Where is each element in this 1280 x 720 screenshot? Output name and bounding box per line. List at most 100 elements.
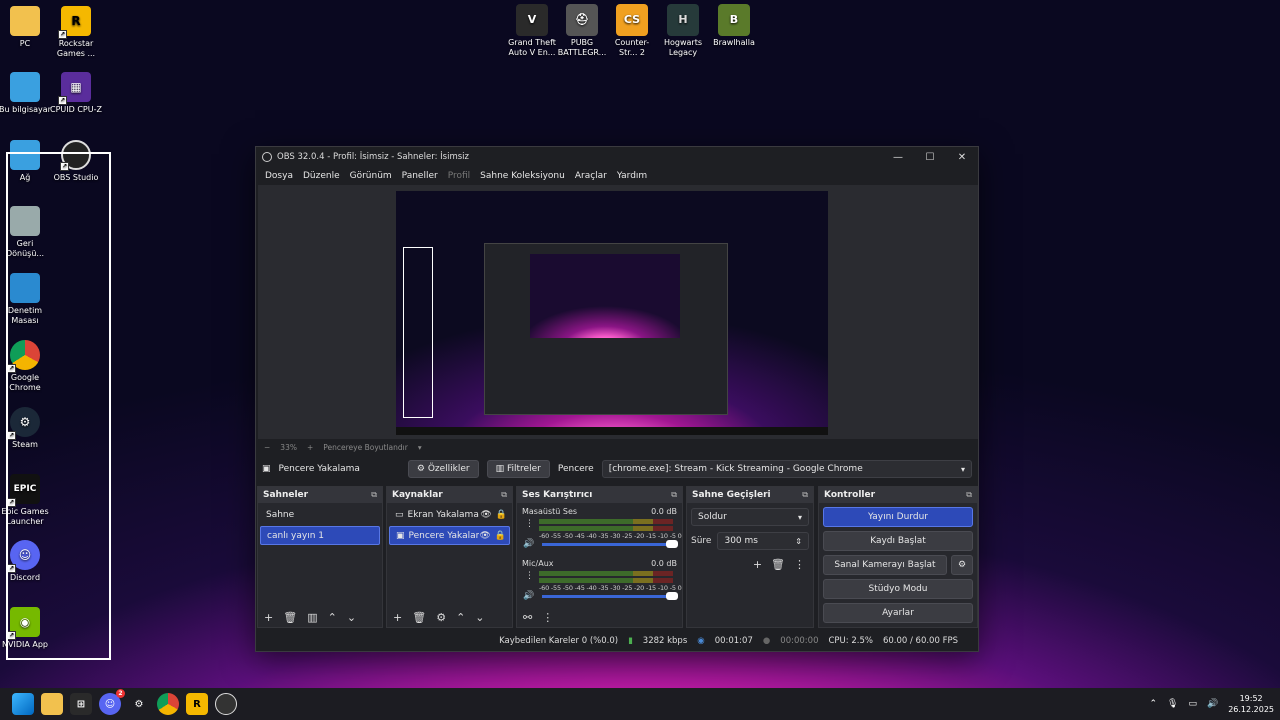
- obs-titlebar[interactable]: OBS 32.0.4 - Profil: İsimsiz - Sahneler:…: [256, 147, 978, 167]
- stop-stream-button[interactable]: Yayını Durdur: [823, 507, 973, 527]
- desktop-icon-brawlhalla[interactable]: B Brawlhalla: [709, 4, 759, 48]
- menu-edit[interactable]: Düzenle: [298, 171, 345, 181]
- desktop-icon-this-pc[interactable]: Bu bilgisayar: [0, 72, 53, 115]
- close-icon[interactable]: ✕: [946, 152, 978, 163]
- add-icon[interactable]: +: [393, 611, 402, 624]
- spinner-icon[interactable]: ⇕: [795, 537, 802, 546]
- mixer-channel-desktop: Masaüstü Ses 0.0 dB ⋮ -60 -55 -50 -45 -40…: [522, 507, 682, 549]
- status-bar: Kaybedilen Kareler 0 (%0.0) ▮ 3282 kbps …: [256, 631, 978, 651]
- menu-docks[interactable]: Paneller: [397, 171, 443, 181]
- volume-icon[interactable]: 🔊: [1207, 699, 1218, 709]
- chrome-taskbar-icon[interactable]: [157, 693, 179, 715]
- menu-tools[interactable]: Araçlar: [570, 171, 612, 181]
- undock-icon[interactable]: ⧉: [371, 490, 377, 500]
- more-icon[interactable]: ⋮: [525, 571, 534, 581]
- gear-icon[interactable]: ⚙: [951, 555, 973, 575]
- transition-select[interactable]: Soldur ▾: [691, 508, 809, 526]
- hogwarts-icon: H: [667, 4, 699, 36]
- source-item[interactable]: ▭ Ekran Yakalama 👁 🔒: [389, 505, 510, 524]
- menu-profile[interactable]: Profil: [443, 171, 475, 181]
- filters-button[interactable]: ▥ Filtreler: [486, 460, 550, 478]
- desktop-icon-cpuz[interactable]: ▦ ↗ CPUID CPU-Z: [48, 72, 104, 115]
- settings-button[interactable]: Ayarlar: [823, 603, 973, 623]
- duration-spinbox[interactable]: 300 ms ⇕: [717, 532, 809, 550]
- fps: 60.00 / 60.00 FPS: [882, 636, 958, 646]
- undock-icon[interactable]: ⧉: [671, 490, 677, 500]
- scene-item[interactable]: Sahne: [260, 505, 380, 524]
- menu-help[interactable]: Yardım: [612, 171, 652, 181]
- selected-source: ▣ Pencere Yakalama: [262, 464, 360, 474]
- audio-mixer-dock: Ses Karıştırıcı ⧉ Masaüstü Ses 0.0 dB ⋮ -6…: [516, 486, 683, 628]
- fit-to-window-button[interactable]: Pencereye Boyutlandır: [323, 443, 408, 452]
- gear-icon: ⚙: [416, 464, 428, 474]
- desktop-icon-cs2[interactable]: CS Counter-Str... 2: [607, 4, 657, 58]
- transitions-dock: Sahne Geçişleri ⧉ Soldur ▾ Süre 300 ms ⇕ + 🗑…: [686, 486, 814, 628]
- add-icon[interactable]: +: [753, 558, 762, 571]
- studio-mode-button[interactable]: Stüdyo Modu: [823, 579, 973, 599]
- discord-taskbar-icon[interactable]: ☺ 2: [99, 689, 125, 715]
- speaker-icon[interactable]: 🔊: [523, 591, 534, 601]
- desktop-icon-hogwarts[interactable]: H Hogwarts Legacy: [658, 4, 708, 58]
- desktop-icon-rockstar[interactable]: R ↗ Rockstar Games ...: [48, 6, 104, 59]
- filter-icon[interactable]: ▥: [307, 611, 317, 624]
- undock-icon[interactable]: ⧉: [966, 490, 972, 500]
- clock[interactable]: 19:52 26.12.2025: [1228, 693, 1274, 715]
- volume-slider[interactable]: [542, 591, 678, 600]
- properties-button[interactable]: ⚙ Özellikler: [407, 460, 479, 478]
- chevron-down-icon[interactable]: ▾: [418, 443, 422, 452]
- start-virtual-camera-button[interactable]: Sanal Kamerayı Başlat: [823, 555, 947, 575]
- store-icon[interactable]: ⊞: [70, 693, 92, 715]
- scene-item-selected[interactable]: canlı yayın 1: [260, 526, 380, 545]
- window-select[interactable]: [chrome.exe]: Stream - Kick Streaming - …: [601, 460, 972, 478]
- desktop-icon-gta[interactable]: V Grand Theft Auto V En...: [507, 4, 557, 58]
- rockstar-taskbar-icon[interactable]: R: [186, 693, 208, 715]
- file-explorer-icon[interactable]: [41, 693, 63, 715]
- window-title: OBS 32.0.4 - Profil: İsimsiz - Sahneler:…: [277, 152, 469, 162]
- menu-file[interactable]: Dosya: [260, 171, 298, 181]
- eye-icon[interactable]: 👁: [480, 510, 491, 520]
- chevron-down-icon[interactable]: ⌄: [475, 611, 484, 624]
- more-icon[interactable]: ⋮: [542, 611, 553, 624]
- menu-view[interactable]: Görünüm: [345, 171, 397, 181]
- undock-icon[interactable]: ⧉: [501, 490, 507, 500]
- speaker-icon[interactable]: 🔊: [523, 539, 534, 549]
- minimize-icon[interactable]: —: [882, 152, 914, 163]
- chevron-down-icon[interactable]: ⌄: [347, 611, 356, 624]
- chevron-up-icon[interactable]: ⌃: [1149, 699, 1157, 709]
- notification-badge: 2: [116, 689, 125, 698]
- desktop-icon-pc[interactable]: PC: [0, 6, 53, 49]
- source-item-selected[interactable]: ▣ Pencere Yakalam 👁 🔒: [389, 526, 510, 545]
- volume-slider[interactable]: [542, 539, 678, 548]
- start-recording-button[interactable]: Kaydı Başlat: [823, 531, 973, 551]
- gear-icon[interactable]: ⚙: [436, 611, 446, 624]
- trash-icon[interactable]: 🗑: [771, 558, 785, 571]
- monitor-icon[interactable]: ▭: [1188, 699, 1197, 709]
- trash-icon[interactable]: 🗑: [283, 611, 297, 624]
- menu-scene-collection[interactable]: Sahne Koleksiyonu: [475, 171, 570, 181]
- undock-icon[interactable]: ⧉: [802, 490, 808, 500]
- lock-icon[interactable]: 🔒: [495, 531, 506, 541]
- windows-start-icon[interactable]: [12, 693, 34, 715]
- desktop-icon-pubg[interactable]: ⛑ PUBG BATTLEGR...: [557, 4, 607, 58]
- eye-icon[interactable]: 👁: [479, 531, 490, 541]
- chevron-down-icon: ▾: [797, 512, 802, 522]
- link-icon[interactable]: ⚯: [523, 611, 532, 624]
- lock-icon[interactable]: 🔒: [496, 510, 507, 520]
- obs-window[interactable]: OBS 32.0.4 - Profil: İsimsiz - Sahneler:…: [255, 146, 979, 652]
- obs-taskbar-icon[interactable]: [215, 693, 237, 715]
- zoom-out-button[interactable]: −: [264, 443, 270, 452]
- preview-canvas[interactable]: [258, 185, 978, 439]
- more-icon[interactable]: ⋮: [525, 519, 534, 529]
- preview-taskbar: [396, 427, 828, 435]
- more-icon[interactable]: ⋮: [794, 558, 805, 571]
- add-icon[interactable]: +: [264, 611, 273, 624]
- trash-icon[interactable]: 🗑: [412, 611, 426, 624]
- chevron-up-icon[interactable]: ⌃: [328, 611, 337, 624]
- preview-nested-image: [530, 254, 680, 338]
- steam-taskbar-icon[interactable]: ⚙: [128, 693, 150, 715]
- chevron-up-icon[interactable]: ⌃: [456, 611, 465, 624]
- window-icon: ▣: [262, 464, 271, 474]
- microphone-icon[interactable]: 🎙: [1167, 699, 1178, 709]
- maximize-icon[interactable]: ☐: [914, 152, 946, 163]
- zoom-in-button[interactable]: +: [307, 443, 313, 452]
